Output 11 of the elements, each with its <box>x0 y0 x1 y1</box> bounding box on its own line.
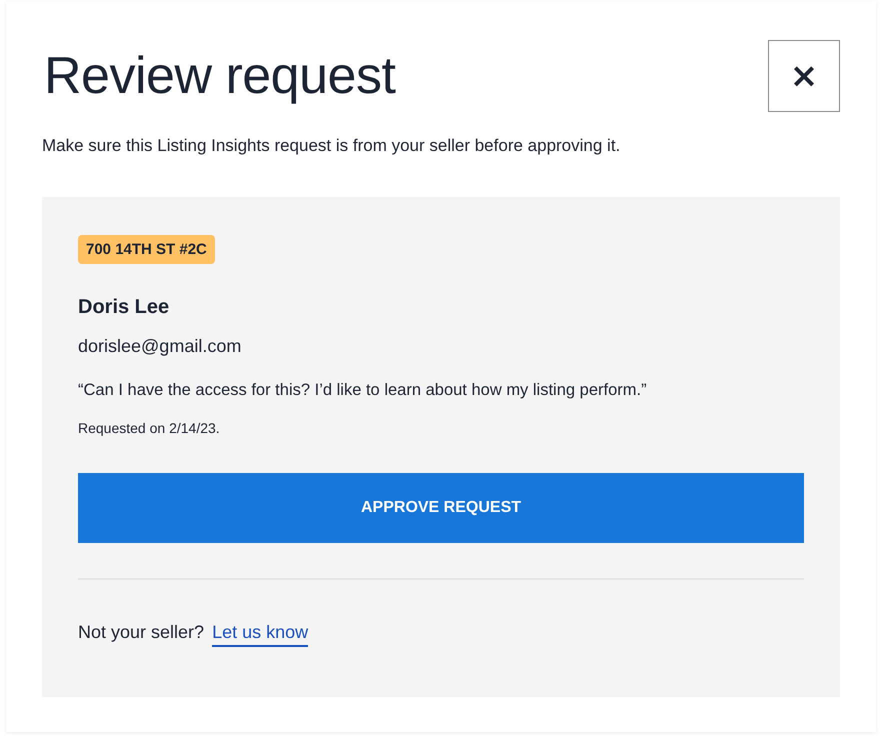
address-tag: 700 14TH ST #2C <box>78 235 215 264</box>
report-link[interactable]: Let us know <box>212 622 308 647</box>
dialog-subtitle: Make sure this Listing Insights request is from your seller before approving it. <box>42 135 622 157</box>
approve-button[interactable]: APPROVE REQUEST <box>78 473 804 543</box>
request-date: Requested on 2/14/23. <box>78 419 221 438</box>
requester-email: dorislee@gmail.com <box>78 335 242 358</box>
dialog-title: Review request <box>44 46 396 107</box>
close-button[interactable]: × <box>768 40 840 112</box>
footer-prompt: Not your seller? <box>78 622 204 643</box>
requester-name: Doris Lee <box>78 295 170 320</box>
request-message: “Can I have the access for this? I’d like to learn about how my listing perform.” <box>78 380 648 401</box>
